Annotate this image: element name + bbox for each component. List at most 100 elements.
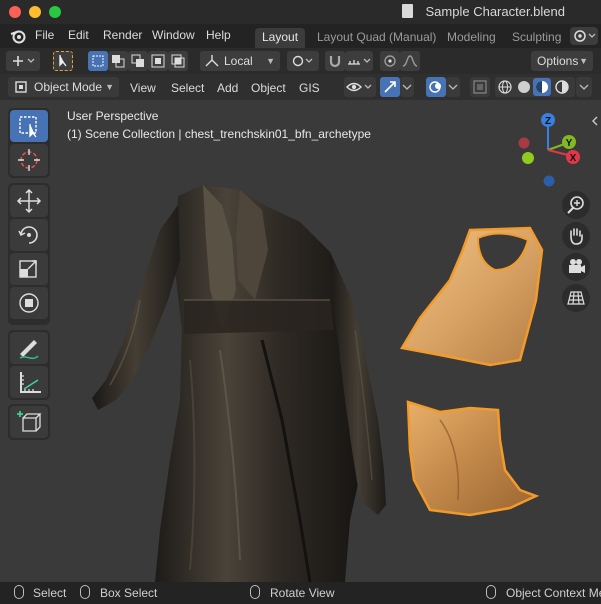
transform-orientation-value: Local: [224, 54, 253, 68]
menu-help[interactable]: Help: [206, 28, 231, 42]
scene-selector[interactable]: [570, 27, 598, 45]
select-subtract-icon: [131, 54, 144, 67]
magnifier-plus-icon: [567, 196, 584, 214]
magnet-icon: [329, 56, 341, 68]
navigation-gizmo[interactable]: Z Y X: [508, 108, 600, 192]
select-box-icon: [19, 116, 37, 138]
options-label: Options: [537, 54, 579, 68]
pencil-icon: [19, 340, 39, 360]
mouse-left-icon: [14, 585, 24, 599]
interaction-mode-value: Object Mode: [34, 80, 103, 94]
material-preview-shading-button[interactable]: [533, 78, 551, 96]
menu-render[interactable]: Render: [103, 28, 142, 42]
sidebar-toggle[interactable]: [590, 114, 600, 128]
zoom-view-button[interactable]: [562, 191, 590, 219]
grid-icon: [567, 291, 585, 305]
tab-layout-quad[interactable]: Layout Quad (Manual): [310, 28, 443, 48]
select-tool-button[interactable]: [53, 51, 73, 71]
tab-modeling[interactable]: Modeling: [440, 28, 503, 48]
transform-icon: [19, 293, 39, 313]
select-mode-extend-button[interactable]: [108, 51, 128, 71]
menu-gis[interactable]: GIS: [299, 79, 320, 97]
trench-coat-mesh[interactable]: [92, 185, 386, 582]
select-mode-subtract-button[interactable]: [128, 51, 148, 71]
rendered-shading-button[interactable]: [554, 79, 570, 95]
chevron-down-icon: ▼: [105, 82, 114, 92]
snap-target-dropdown[interactable]: [345, 51, 373, 71]
selected-torso-piece-mesh[interactable]: [406, 400, 540, 517]
scale-tool[interactable]: [10, 253, 48, 285]
selected-chest-piece-mesh[interactable]: [400, 226, 544, 367]
shading-dropdown[interactable]: [576, 77, 592, 97]
transform-orientation-dropdown[interactable]: Local ▼: [200, 51, 280, 71]
chevron-down-icon: [579, 84, 589, 90]
menu-view[interactable]: View: [130, 79, 156, 97]
solid-shading-button[interactable]: [516, 79, 532, 95]
snap-increment-icon: [348, 58, 371, 65]
chevron-down-icon: [448, 84, 458, 90]
window-title: Sample Character.blend: [425, 4, 565, 19]
wireframe-shading-button[interactable]: [497, 79, 513, 95]
overlays-icon: [429, 81, 441, 93]
pan-view-button[interactable]: [562, 222, 590, 250]
scene-icon: [574, 30, 596, 42]
rendered-sphere-icon: [555, 80, 569, 94]
menu-window[interactable]: Window: [152, 28, 195, 42]
snap-toggle-button[interactable]: [325, 51, 345, 71]
proportional-circle-icon: [384, 55, 396, 67]
move-tool[interactable]: [10, 185, 48, 217]
select-mode-new-button[interactable]: [88, 51, 108, 71]
proportional-falloff-button[interactable]: [400, 51, 420, 71]
xray-toggle-button[interactable]: [470, 77, 490, 97]
menu-select[interactable]: Select: [171, 79, 204, 97]
select-mode-intersect-button[interactable]: [168, 51, 188, 71]
select-intersect-icon: [171, 54, 185, 68]
cursor-tool[interactable]: [10, 144, 48, 176]
camera-view-button[interactable]: [562, 253, 590, 281]
overlays-dropdown[interactable]: [446, 77, 460, 97]
orientation-icon: [205, 55, 219, 67]
pivot-point-dropdown[interactable]: [287, 51, 319, 71]
menu-object[interactable]: Object: [251, 79, 286, 97]
perspective-toggle-button[interactable]: [562, 284, 590, 312]
ruler-icon: [20, 372, 41, 393]
select-box-tool[interactable]: [10, 110, 48, 142]
scale-icon: [19, 260, 37, 278]
select-extend-icon: [112, 55, 125, 68]
visibility-dropdown[interactable]: [344, 77, 376, 97]
tab-sculpting[interactable]: Sculpting: [505, 28, 568, 48]
menu-add[interactable]: Add: [217, 79, 238, 97]
interaction-mode-dropdown[interactable]: Object Mode ▼: [8, 77, 119, 97]
status-rotate-view: Rotate View: [270, 586, 335, 600]
x-axis-label: X: [570, 153, 577, 164]
menu-edit[interactable]: Edit: [68, 28, 89, 42]
chevron-down-icon: ▼: [579, 56, 588, 66]
gizmo-dropdown[interactable]: [400, 77, 414, 97]
negative-y-axis-handle: [522, 152, 534, 164]
rotate-tool[interactable]: [10, 219, 48, 251]
z-axis-label: Z: [545, 116, 551, 127]
menu-file[interactable]: File: [35, 28, 54, 42]
measure-tool[interactable]: [10, 366, 48, 398]
tab-layout[interactable]: Layout: [255, 28, 306, 48]
options-dropdown[interactable]: Options ▼: [531, 51, 593, 71]
pivot-point-icon: [292, 55, 313, 67]
object-mode-icon: [15, 81, 27, 93]
solid-sphere-icon: [518, 81, 530, 93]
overlays-toggle-button[interactable]: [426, 77, 446, 97]
add-cube-icon: [17, 411, 42, 432]
add-cube-tool[interactable]: [10, 406, 48, 438]
falloff-curve-icon: [402, 55, 418, 67]
gizmo-toggle-button[interactable]: [380, 77, 400, 97]
select-mode-invert-button[interactable]: [148, 51, 168, 71]
y-axis-label: Y: [566, 138, 573, 149]
negative-x-axis-handle: [518, 137, 530, 149]
annotate-tool[interactable]: [10, 332, 48, 364]
editor-type-selector[interactable]: [6, 51, 40, 71]
hand-icon: [570, 228, 583, 245]
xray-icon: [473, 80, 487, 94]
transform-tool[interactable]: [10, 287, 48, 319]
chevron-down-icon: ▼: [266, 56, 275, 66]
proportional-editing-button[interactable]: [380, 51, 400, 71]
blender-logo-icon[interactable]: [10, 28, 26, 44]
